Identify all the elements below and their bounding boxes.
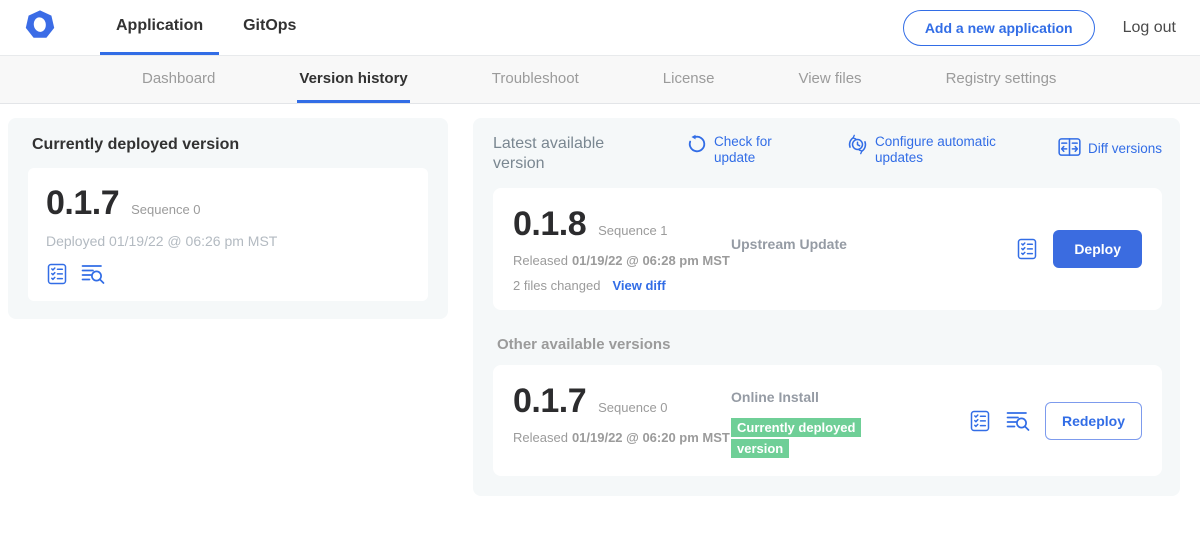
check-for-update-link[interactable]: Check for update <box>687 134 809 166</box>
currently-deployed-badge: Currently deployed version <box>731 418 861 458</box>
other-available-versions-title: Other available versions <box>497 336 1162 353</box>
release-notes-icon[interactable] <box>46 263 68 285</box>
top-tabs: Application GitOps <box>100 0 320 55</box>
other-version-actions: Redeploy <box>969 402 1142 440</box>
deployed-timestamp: Deployed 01/19/22 @ 06:26 pm MST <box>46 233 410 249</box>
upstream-update-label: Upstream Update <box>731 236 847 252</box>
diff-versions-icon <box>1058 137 1081 162</box>
files-changed-row: 2 files changed View diff <box>513 278 731 293</box>
released-prefix: Released <box>513 430 568 445</box>
available-versions-panel: Latest available version Check for updat… <box>473 118 1180 496</box>
other-version-source: Online Install Currently deployed versio… <box>731 382 969 459</box>
other-sequence-label: Sequence 0 <box>598 400 667 415</box>
other-released-timestamp: Released 01/19/22 @ 06:20 pm MST <box>513 429 731 447</box>
subnav-view-files[interactable]: View files <box>796 56 863 103</box>
other-version-card: 0.1.7 Sequence 0 Released 01/19/22 @ 06:2… <box>493 365 1162 476</box>
latest-version-info: 0.1.8 Sequence 1 Released 01/19/22 @ 06:2… <box>513 205 731 293</box>
diff-versions-label: Diff versions <box>1088 141 1162 157</box>
version-row: 0.1.7 Sequence 0 <box>46 184 410 223</box>
other-version-info: 0.1.7 Sequence 0 Released 01/19/22 @ 06:2… <box>513 382 731 459</box>
top-nav: Application GitOps Add a new application… <box>0 0 1200 56</box>
latest-released-timestamp: Released 01/19/22 @ 06:28 pm MST <box>513 252 731 270</box>
release-notes-icon[interactable] <box>1016 238 1038 260</box>
latest-available-title: Latest available version <box>493 134 625 174</box>
released-date: 01/19/22 @ 06:28 pm MST <box>572 253 730 268</box>
redeploy-button[interactable]: Redeploy <box>1045 402 1142 440</box>
latest-version-actions: Deploy <box>1016 230 1142 268</box>
app-sub-nav: Dashboard Version history Troubleshoot L… <box>0 56 1200 104</box>
release-notes-icon[interactable] <box>969 410 991 432</box>
deploy-button[interactable]: Deploy <box>1053 230 1142 268</box>
tab-gitops[interactable]: GitOps <box>227 0 312 55</box>
view-diff-link[interactable]: View diff <box>612 278 665 293</box>
main-content: Currently deployed version 0.1.7 Sequenc… <box>0 104 1200 496</box>
view-diff-icon[interactable] <box>81 263 105 285</box>
released-prefix: Released <box>513 253 568 268</box>
logout-link[interactable]: Log out <box>1123 19 1176 37</box>
subnav-dashboard[interactable]: Dashboard <box>140 56 217 103</box>
subnav-license[interactable]: License <box>661 56 717 103</box>
online-install-label: Online Install <box>731 389 819 405</box>
auto-update-clock-icon <box>847 134 868 160</box>
configure-automatic-updates-label: Configure automatic updates <box>875 134 1023 166</box>
subnav-troubleshoot[interactable]: Troubleshoot <box>490 56 581 103</box>
latest-sequence-label: Sequence 1 <box>598 223 667 238</box>
diff-versions-link[interactable]: Diff versions <box>1058 137 1162 162</box>
deployed-version-card: 0.1.7 Sequence 0 Deployed 01/19/22 @ 06:… <box>28 168 428 301</box>
configure-automatic-updates-link[interactable]: Configure automatic updates <box>847 134 1023 166</box>
tab-application[interactable]: Application <box>100 0 219 55</box>
add-application-button[interactable]: Add a new application <box>903 10 1095 46</box>
top-nav-right: Add a new application Log out <box>903 0 1200 55</box>
subnav-registry-settings[interactable]: Registry settings <box>944 56 1059 103</box>
files-changed-count: 2 files changed <box>513 278 600 293</box>
check-for-update-label: Check for update <box>714 134 809 166</box>
deployed-sequence-label: Sequence 0 <box>131 202 200 217</box>
subnav-version-history[interactable]: Version history <box>297 56 409 103</box>
replicated-logo-icon <box>25 10 55 45</box>
refresh-icon <box>687 134 707 159</box>
latest-version-card: 0.1.8 Sequence 1 Released 01/19/22 @ 06:2… <box>493 188 1162 310</box>
app-logo[interactable] <box>25 0 55 55</box>
currently-deployed-panel: Currently deployed version 0.1.7 Sequenc… <box>8 118 448 319</box>
deployed-version-number: 0.1.7 <box>46 184 119 223</box>
released-date: 01/19/22 @ 06:20 pm MST <box>572 430 730 445</box>
currently-deployed-badge-wrap: Currently deployed version <box>731 417 883 459</box>
deployed-panel-title: Currently deployed version <box>28 136 428 154</box>
latest-version-number: 0.1.8 <box>513 205 586 244</box>
view-diff-icon[interactable] <box>1006 410 1030 432</box>
deployed-card-actions <box>46 263 410 285</box>
other-version-number: 0.1.7 <box>513 382 586 421</box>
available-panel-header: Latest available version Check for updat… <box>493 134 1162 174</box>
latest-version-source: Upstream Update <box>731 205 1016 293</box>
